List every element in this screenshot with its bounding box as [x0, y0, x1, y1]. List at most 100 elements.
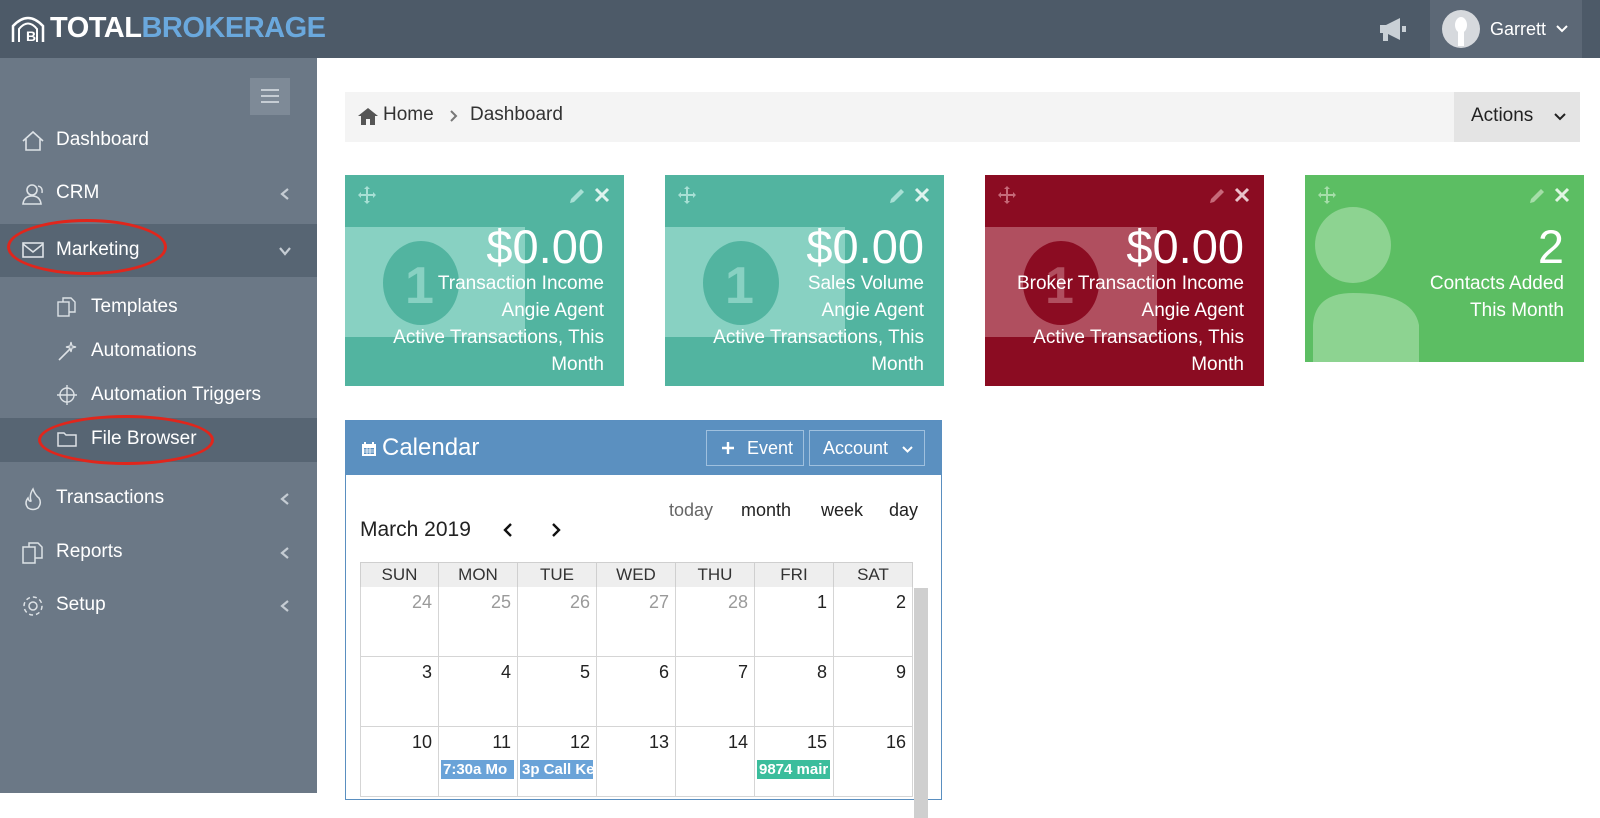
stat-tile-sales-volume: 1 $0.00 Sales Volume Angie Agent Active … [665, 175, 944, 386]
move-icon[interactable] [677, 185, 697, 205]
sidebar-subitem-automation-triggers[interactable]: Automation Triggers [0, 374, 317, 418]
fire-icon [25, 487, 42, 511]
move-icon[interactable] [1317, 185, 1337, 205]
account-label: Account [823, 438, 889, 458]
tile-amount: $0.00 [1126, 220, 1244, 273]
tile-desc-line: Angie Agent [501, 300, 604, 321]
actions-button[interactable]: Actions [1454, 92, 1580, 142]
close-icon[interactable] [914, 187, 930, 203]
calendar-day-cell[interactable]: 9 [834, 657, 913, 727]
calendar-day-cell[interactable]: 2 [834, 587, 913, 657]
calendar-header: Calendar Event Account [346, 421, 941, 475]
sidebar-toggle-button[interactable] [250, 78, 290, 115]
tile-desc-line: Contacts Added [1429, 273, 1564, 294]
day-number: 6 [658, 662, 669, 682]
pencil-icon[interactable] [1208, 187, 1226, 205]
sidebar-item-dashboard[interactable]: Dashboard [0, 118, 317, 164]
user-menu[interactable]: Garrett [1430, 0, 1582, 58]
calendar-day-cell[interactable]: 4 [439, 657, 518, 727]
top-bar: B TOTALBROKERAGE Garrett [0, 0, 1600, 58]
pencil-icon[interactable] [888, 187, 906, 205]
weekday-header: SUN [360, 562, 439, 587]
view-week-button[interactable]: week [821, 500, 863, 521]
users-icon [22, 184, 43, 205]
calendar-day-cell[interactable]: 7 [676, 657, 755, 727]
tile-desc-line: Month [871, 354, 924, 375]
calendar-title: Calendar [382, 434, 480, 461]
stat-tile-broker-transaction-income: 1 $0.00 Broker Transaction Income Angie … [985, 175, 1264, 386]
calendar-event[interactable]: 9874 mair [757, 760, 830, 779]
account-dropdown[interactable]: Account [809, 430, 925, 466]
calendar-day-cell[interactable]: 28 [676, 587, 755, 657]
chevron-left-icon [280, 600, 289, 612]
tile-amount: $0.00 [806, 220, 924, 273]
chevron-down-icon [902, 446, 913, 453]
calendar-day-cell[interactable]: 6 [597, 657, 676, 727]
plus-icon [722, 442, 734, 454]
avatar [1442, 10, 1480, 48]
close-icon[interactable] [594, 187, 610, 203]
brand-text-part2: BROKERAGE [141, 11, 326, 44]
sidebar-item-setup[interactable]: Setup [0, 583, 317, 629]
tile-desc-line: Broker Transaction Income [1016, 273, 1244, 294]
calendar-day-cell[interactable]: 11 7:30a Mo [439, 727, 518, 797]
move-icon[interactable] [357, 185, 377, 205]
sidebar-subitem-automations[interactable]: Automations [0, 330, 317, 374]
calendar-day-cell[interactable]: 27 [597, 587, 676, 657]
pencil-icon[interactable] [1528, 187, 1546, 205]
day-number: 7 [737, 662, 748, 682]
sidebar-item-reports[interactable]: Reports [0, 530, 317, 576]
close-icon[interactable] [1554, 187, 1570, 203]
calendar-day-cell[interactable]: 10 [360, 727, 439, 797]
tile-desc-line: Active Transactions, This [713, 327, 924, 348]
view-month-button[interactable]: month [741, 500, 791, 521]
calendar-event[interactable]: 3p Call Ke [520, 760, 593, 779]
calendar-day-cell[interactable]: 14 [676, 727, 755, 797]
sidebar-item-crm[interactable]: CRM [0, 171, 317, 217]
calendar-day-cell[interactable]: 5 [518, 657, 597, 727]
calendar-day-cell[interactable]: 8 [755, 657, 834, 727]
sidebar-subitem-templates[interactable]: Templates [0, 286, 317, 330]
chevron-right-icon[interactable] [549, 522, 563, 538]
view-day-button[interactable]: day [889, 500, 918, 521]
calendar-day-cell[interactable]: 3 [360, 657, 439, 727]
breadcrumb-current: Dashboard [470, 104, 563, 125]
move-icon[interactable] [997, 185, 1017, 205]
calendar-day-cell[interactable]: 13 [597, 727, 676, 797]
add-event-button[interactable]: Event [706, 430, 804, 466]
sidebar-item-label: Reports [56, 541, 123, 562]
pencil-icon[interactable] [568, 187, 586, 205]
sidebar-item-label: Transactions [56, 487, 165, 508]
svg-text:B: B [26, 28, 36, 44]
sidebar-item-transactions[interactable]: Transactions [0, 476, 317, 522]
chevron-down-icon [1554, 113, 1566, 121]
view-today-button[interactable]: today [669, 500, 713, 521]
chevron-left-icon [280, 547, 289, 559]
tile-description: Sales Volume Angie Agent Active Transact… [665, 270, 924, 378]
day-number: 2 [895, 592, 906, 612]
calendar-day-cell[interactable]: 25 [439, 587, 518, 657]
day-number: 11 [492, 732, 511, 752]
day-number: 5 [579, 662, 590, 682]
annotation-circle-marketing [7, 219, 167, 275]
calendar-day-cell[interactable]: 26 [518, 587, 597, 657]
calendar-event[interactable]: 7:30a Mo [441, 760, 514, 779]
calendar-day-cell[interactable]: 15 9874 mair [755, 727, 834, 797]
calendar-day-cell[interactable]: 24 [360, 587, 439, 657]
megaphone-icon[interactable] [1378, 15, 1408, 43]
tile-amount: $0.00 [486, 220, 604, 273]
day-number: 12 [569, 732, 590, 752]
calendar-day-cell[interactable]: 1 [755, 587, 834, 657]
calendar-day-cell[interactable]: 12 3p Call Ke [518, 727, 597, 797]
chevron-left-icon[interactable] [501, 522, 515, 538]
day-number: 8 [816, 662, 827, 682]
calendar-scrollbar[interactable] [914, 588, 928, 818]
brand-logo[interactable]: B TOTALBROKERAGE [10, 8, 326, 48]
chevron-left-icon [280, 493, 289, 505]
sidebar-subitem-label: Automation Triggers [91, 384, 262, 405]
close-icon[interactable] [1234, 187, 1250, 203]
day-number: 15 [806, 732, 827, 752]
tile-amount: 2 [1537, 220, 1564, 273]
calendar-day-cell[interactable]: 16 [834, 727, 913, 797]
breadcrumb-home-link[interactable]: Home [383, 104, 434, 126]
